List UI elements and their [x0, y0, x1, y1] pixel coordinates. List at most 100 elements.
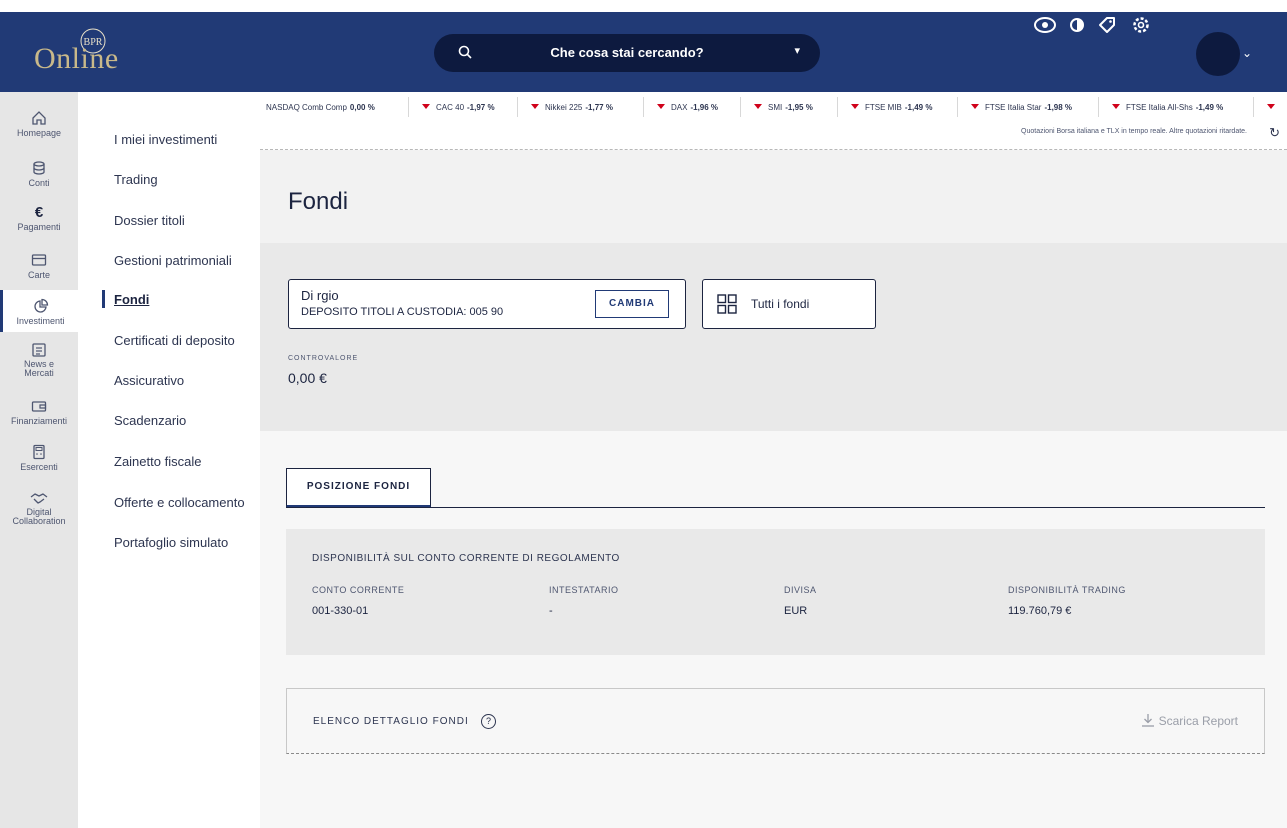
divider: [837, 97, 838, 117]
rail-item-homepage[interactable]: Homepage: [0, 110, 78, 138]
down-arrow-icon: [1267, 104, 1275, 109]
divider: [408, 97, 409, 117]
active-indicator: [102, 290, 105, 308]
rail-item-finanziamenti[interactable]: Finanziamenti: [0, 398, 78, 426]
deposit-account: DEPOSITO TITOLI A CUSTODIA: 005 90: [301, 306, 504, 318]
page-title: Fondi: [288, 188, 349, 215]
subnav-item-certificati-di-deposito[interactable]: Certificati di deposito: [114, 333, 235, 348]
ticker-name: FTSE Italia Star: [985, 103, 1042, 112]
tutti-i-fondi-label: Tutti i fondi: [751, 297, 810, 311]
search-bar[interactable]: Che cosa stai cercando? ▾: [434, 34, 820, 72]
ticker-item[interactable]: DAX -1,96 %: [657, 103, 718, 112]
logo[interactable]: BPR Online: [34, 28, 144, 78]
scarica-report-button[interactable]: Scarica Report: [1141, 713, 1238, 728]
tab-underline: [286, 507, 1265, 508]
divider: [517, 97, 518, 117]
main-content: NASDAQ Comb Comp 0,00 % CAC 40 -1,97 % Nik…: [260, 92, 1287, 828]
contrast-icon[interactable]: [1064, 12, 1090, 38]
ticker-value: 0,00 %: [349, 103, 375, 112]
rail-label: Homepage: [16, 128, 62, 138]
down-arrow-icon: [754, 104, 762, 109]
controvalore-label: CONTROVALORE: [288, 355, 359, 362]
elenco-dettaglio-fondi[interactable]: ELENCO DETTAGLIO FONDI ? Scarica Report: [286, 688, 1265, 754]
ticker-value: -1,77 %: [585, 103, 613, 112]
rail-item-digital-collaboration[interactable]: Digital Collaboration: [0, 490, 78, 526]
ticker-item[interactable]: FTSE Italia All-Shs -1,49 %: [1112, 103, 1223, 112]
rail-item-esercenti[interactable]: Esercenti: [0, 444, 78, 472]
deposit-selector: Di rgio DEPOSITO TITOLI A CUSTODIA: 005 …: [288, 279, 686, 329]
eye-icon[interactable]: [1032, 12, 1058, 38]
ticker-item[interactable]: NASDAQ Comb Comp 0,00 %: [266, 103, 375, 112]
ticker-item[interactable]: FTSE MIB -1,49 %: [851, 103, 932, 112]
ticker-item[interactable]: FTSE Italia Star -1,98 %: [971, 103, 1072, 112]
col-label: CONTO CORRENTE: [312, 585, 405, 595]
subnav-item-dossier-titoli[interactable]: Dossier titoli: [114, 213, 185, 228]
deposit-panel: Di rgio DEPOSITO TITOLI A CUSTODIA: 005 …: [260, 243, 1287, 431]
pie-chart-icon: [33, 298, 48, 313]
subnav-item-trading[interactable]: Trading: [114, 172, 158, 187]
sub-navigation: I miei investimenti Trading Dossier tito…: [78, 92, 260, 828]
tab-posizione-fondi[interactable]: POSIZIONE FONDI: [286, 468, 431, 508]
subnav-item-gestioni-patrimoniali[interactable]: Gestioni patrimoniali: [114, 253, 232, 268]
regolamento-title: DISPONIBILITÀ SUL CONTO CORRENTE DI REGO…: [312, 553, 620, 564]
gear-icon[interactable]: [1128, 12, 1154, 38]
left-rail: Homepage Conti € Pagamenti Carte Investi…: [0, 92, 78, 828]
ticker-name: CAC 40: [436, 103, 465, 112]
down-arrow-icon: [531, 104, 539, 109]
tutti-i-fondi-button[interactable]: Tutti i fondi: [702, 279, 876, 329]
ticker-item-partial[interactable]: [1267, 103, 1281, 112]
col-value: EUR: [784, 605, 808, 617]
rail-label: Investimenti: [16, 316, 65, 326]
subnav-item-assicurativo[interactable]: Assicurativo: [114, 373, 184, 388]
ticker-value: -1,95 %: [785, 103, 813, 112]
top-bar: BPR Online Che cosa stai cercando? ▾ ⌄: [0, 12, 1287, 92]
ticker-name: FTSE Italia All-Shs: [1126, 103, 1193, 112]
subnav-item-fondi[interactable]: Fondi: [114, 292, 149, 307]
subnav-item-scadenzario[interactable]: Scadenzario: [114, 413, 186, 428]
rail-item-conti[interactable]: Conti: [0, 160, 78, 188]
rail-item-news-e-mercati[interactable]: News e Mercati: [0, 342, 78, 378]
subnav-item-zainetto-fiscale[interactable]: Zainetto fiscale: [114, 454, 201, 469]
ticker-name: FTSE MIB: [865, 103, 902, 112]
down-arrow-icon: [851, 104, 859, 109]
download-icon: [1141, 714, 1154, 727]
positions-section: POSIZIONE FONDI DISPONIBILITÀ SUL CONTO …: [260, 431, 1287, 828]
refresh-icon[interactable]: ↻: [1269, 125, 1280, 141]
ticker-item[interactable]: SMI -1,95 %: [754, 103, 813, 112]
scarica-report-label: Scarica Report: [1158, 714, 1238, 728]
col-conto-corrente: CONTO CORRENTE 001-330-01: [312, 585, 404, 617]
avatar[interactable]: [1196, 32, 1240, 76]
help-icon[interactable]: ?: [481, 714, 496, 729]
search-input[interactable]: Che cosa stai cercando?: [434, 45, 820, 60]
rail-label: News e Mercati: [23, 359, 54, 378]
ticker-value: -1,98 %: [1044, 103, 1073, 112]
euro-icon: €: [35, 204, 44, 220]
ticker-item[interactable]: CAC 40 -1,97 %: [422, 103, 495, 112]
divider: [1253, 97, 1254, 117]
cambia-button[interactable]: CAMBIA: [595, 290, 669, 318]
divider: [1098, 97, 1099, 117]
chevron-down-icon[interactable]: ▾: [794, 44, 800, 57]
col-label: DISPONIBILITÀ TRADING: [1008, 585, 1126, 595]
col-value: 001-330-01: [312, 605, 369, 617]
down-arrow-icon: [657, 104, 665, 109]
grid-icon: [717, 294, 737, 314]
subnav-item-i-miei-investimenti[interactable]: I miei investimenti: [114, 132, 217, 147]
rail-item-investimenti[interactable]: Investimenti: [0, 290, 78, 332]
tag-icon[interactable]: [1094, 12, 1120, 38]
divider: [740, 97, 741, 117]
ticker-item[interactable]: Nikkei 225 -1,77 %: [531, 103, 613, 112]
ticker-value: -1,49 %: [904, 103, 933, 112]
chevron-down-icon[interactable]: ⌄: [1242, 46, 1252, 60]
rail-label: Finanziamenti: [10, 416, 68, 426]
subnav-item-portafoglio-simulato[interactable]: Portafoglio simulato: [114, 535, 228, 550]
handshake-icon: [30, 493, 48, 504]
ticker-note: Quotazioni Borsa italiana e TLX in tempo…: [1021, 128, 1247, 135]
down-arrow-icon: [1112, 104, 1120, 109]
rail-item-carte[interactable]: Carte: [0, 252, 78, 280]
subnav-item-offerte-e-collocamento[interactable]: Offerte e collocamento: [114, 495, 245, 510]
rail-item-pagamenti[interactable]: € Pagamenti: [0, 204, 78, 232]
rail-label: Conti: [28, 178, 50, 188]
col-disponibilita-trading: DISPONIBILITÀ TRADING 119.760,79 €: [1008, 585, 1126, 617]
ticker-name: Nikkei 225: [545, 103, 583, 112]
